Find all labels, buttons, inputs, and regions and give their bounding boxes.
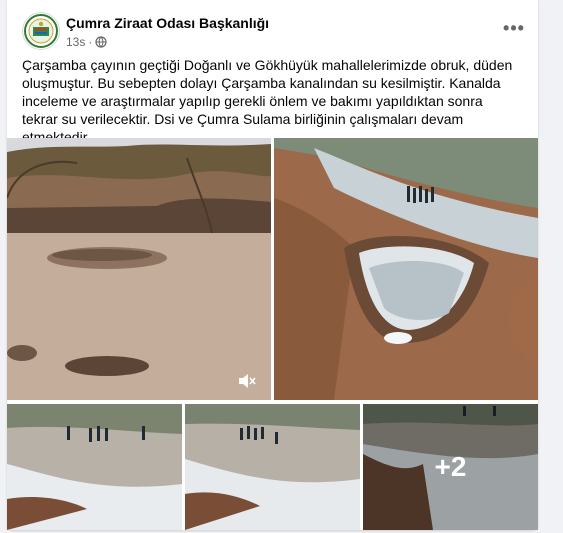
photo-2[interactable]	[274, 138, 538, 400]
meta-separator: ·	[88, 35, 93, 49]
more-photos-count[interactable]: +2	[363, 404, 538, 530]
volume-muted-icon[interactable]	[238, 373, 256, 389]
photo-4[interactable]	[185, 404, 360, 530]
page-name-link[interactable]: Çumra Ziraat Odası Başkanlığı	[66, 15, 269, 31]
post-meta: 13s ·	[66, 35, 107, 49]
photo-grid: +2	[7, 138, 538, 530]
more-options-icon[interactable]: •••	[500, 14, 528, 42]
photo-5-more[interactable]: +2	[363, 404, 538, 530]
post-card: Çumra Ziraat Odası Başkanlığı 13s · ••• …	[7, 0, 538, 530]
photo-1[interactable]	[7, 138, 271, 400]
globe-icon[interactable]	[95, 36, 107, 48]
photo-3[interactable]	[7, 404, 182, 530]
post-text: Çarşamba çayının geçtiği Doğanlı ve Gökh…	[22, 57, 513, 145]
page-avatar[interactable]	[22, 12, 60, 50]
logo-icon	[24, 14, 58, 48]
post-timestamp[interactable]: 13s	[66, 35, 85, 49]
post-header: Çumra Ziraat Odası Başkanlığı 13s · •••	[22, 12, 528, 52]
